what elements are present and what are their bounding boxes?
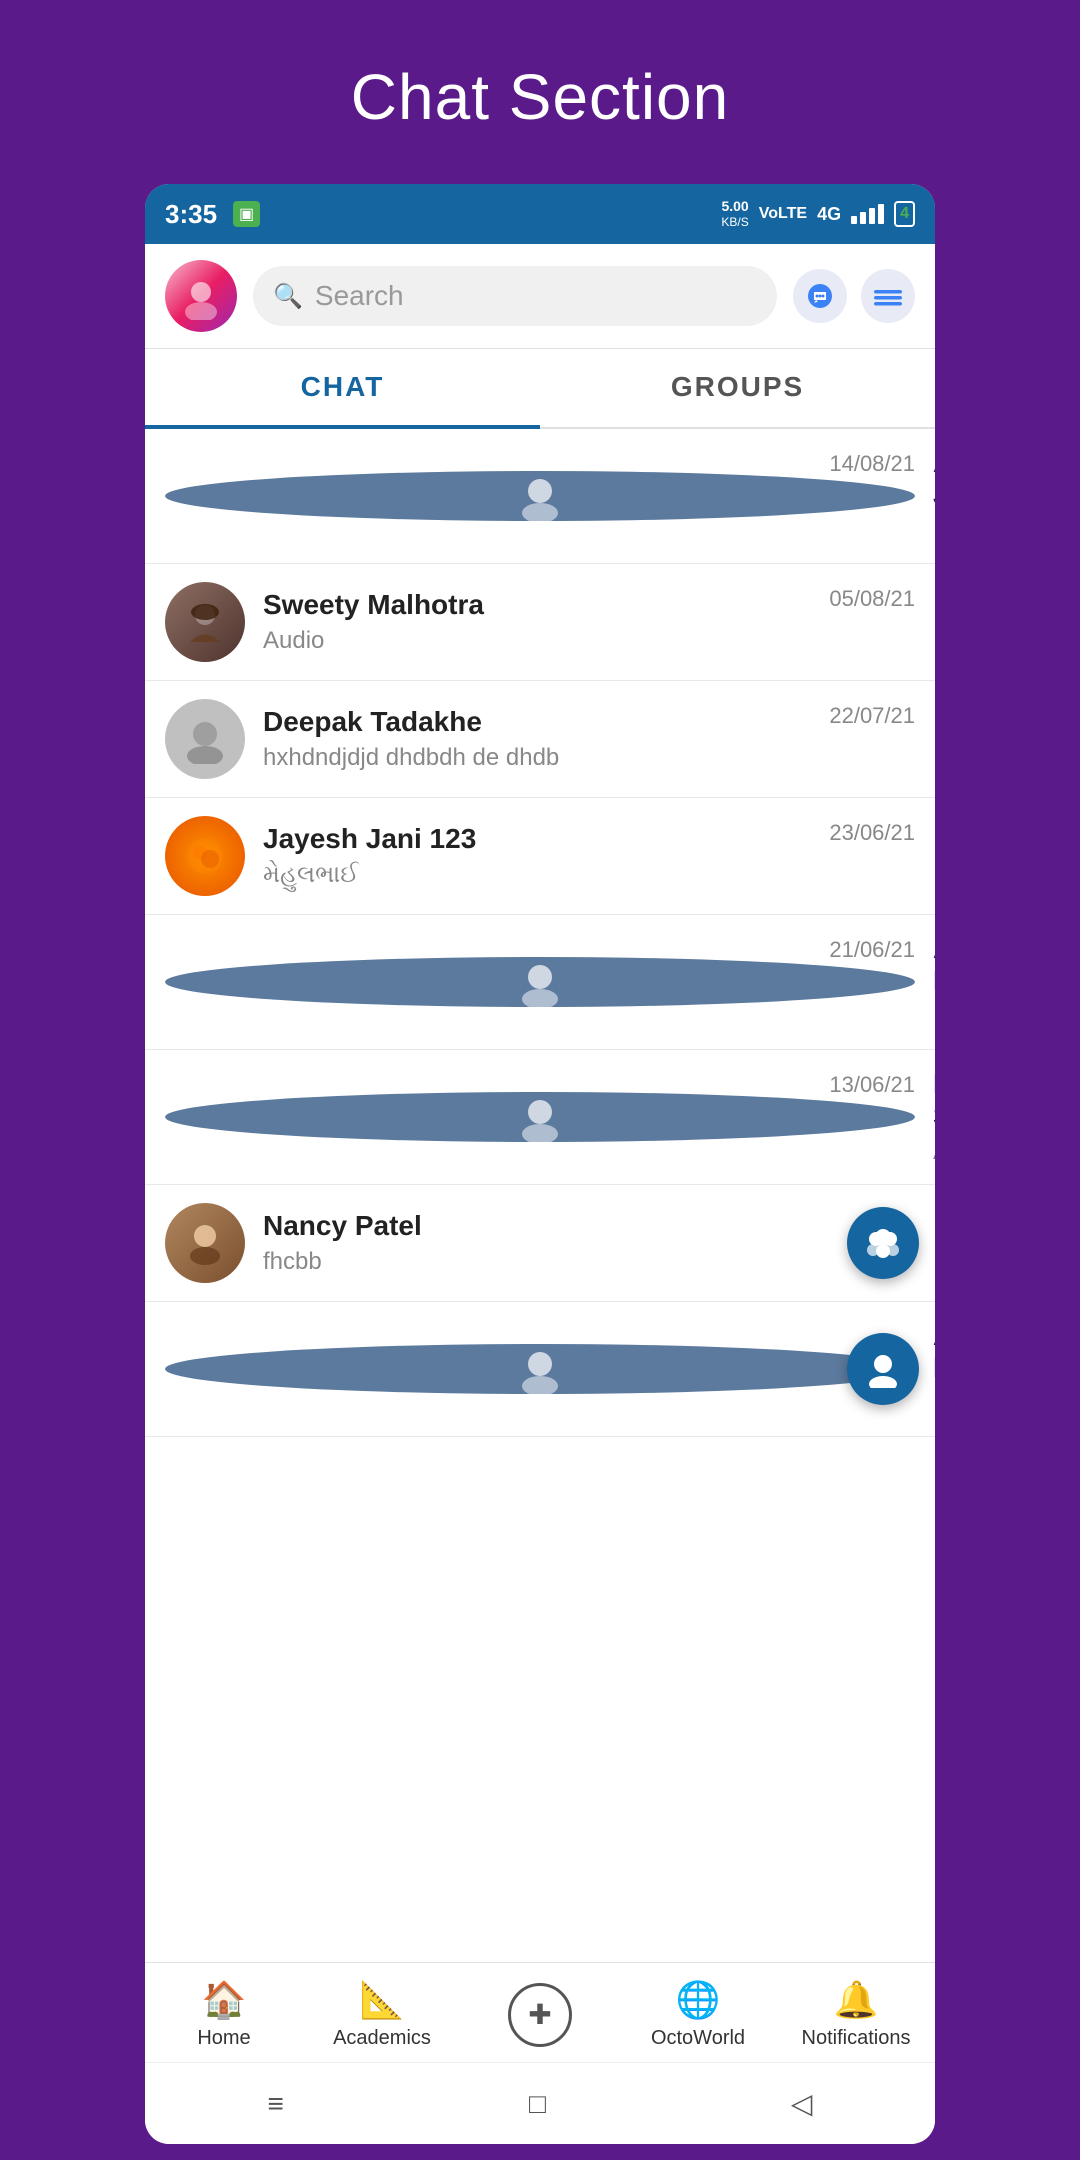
chat-name-1: Ankur Joshi [933,447,935,511]
avatar-deepak-tadakhe [165,699,245,779]
chat-time-6: 13/06/21 [829,1072,915,1098]
network-type: 4G [817,204,841,225]
add-badge-icon: ✚ [508,1983,572,2047]
nav-notifications-label: Notifications [802,2027,911,2050]
search-placeholder: Search [315,280,404,312]
fab-user[interactable] [847,1333,919,1405]
hamburger-icon [874,282,902,310]
nav-octoworld-label: OctoWorld [651,2027,745,2050]
chat-info-8: Arjun Kumar Image [933,1320,935,1418]
chat-icon-button[interactable] [793,269,847,323]
chat-time-2: 05/08/21 [829,586,915,612]
phone-container: 3:35 ▣ 5.00 KB/S VoLTE 4G 4 [145,184,935,2144]
chat-preview-6: Audio [933,1138,935,1166]
avatar-ankur-joshi [165,471,915,521]
chat-item-5[interactable]: Ankit Patel Image 21/06/21 [145,915,935,1050]
chat-preview-8: Image [933,1390,935,1418]
chat-item-1[interactable]: Ankur Joshi Image 14/08/21 [145,429,935,564]
avatar-sweety-malhotra [165,582,245,662]
chat-name-3: Deepak Tadakhe [263,706,915,738]
search-bar[interactable]: 🔍 Search [253,266,777,326]
nav-menu-button[interactable]: ≡ [228,2080,324,2128]
academics-icon: 📐 [360,1979,405,2021]
battery-icon: 4 [894,201,915,227]
chat-item-7[interactable]: Nancy Patel fhcbb [145,1185,935,1302]
chat-preview-7: fhcbb [263,1248,915,1276]
chat-name-8: Arjun Kumar [933,1320,935,1384]
signal-bars [851,204,884,224]
status-right: 5.00 KB/S VoLTE 4G 4 [721,198,915,229]
chat-preview-1: Image [933,517,935,545]
chat-info-1: Ankur Joshi Image [933,447,935,545]
chat-item-6[interactable]: Bharat Sinha Audio 13/06/21 [145,1050,935,1185]
avatar-bharat-sinha [165,1092,915,1142]
avatar-arjun-kumar [165,1344,915,1394]
chat-item-4[interactable]: Jayesh Jani 123 મેહુલભાઈ 23/06/21 [145,798,935,915]
chat-item-3[interactable]: Deepak Tadakhe hxhdndjdjd dhdbdh de dhdb… [145,681,935,798]
group-icon [864,1224,902,1262]
chat-info-5: Ankit Patel Image [933,933,935,1031]
chat-name-7: Nancy Patel [263,1210,915,1242]
nav-home-label: Home [197,2027,250,2050]
chat-info-3: Deepak Tadakhe hxhdndjdjd dhdbdh de dhdb [263,706,915,772]
profile-photo-icon [177,272,225,320]
chat-time-5: 21/06/21 [829,937,915,963]
page-title: Chat Section [351,60,729,134]
user-profile-avatar[interactable] [165,260,237,332]
chat-name-6: Bharat Sinha [933,1068,935,1132]
chat-time-3: 22/07/21 [829,703,915,729]
avatar-nancy-patel [165,1203,245,1283]
chat-bubble-icon [806,282,834,310]
chat-preview-4: મેહુલભાઈ [263,861,915,889]
menu-button[interactable] [861,269,915,323]
tab-groups[interactable]: GROUPS [540,349,935,427]
tabs: CHAT GROUPS [145,349,935,429]
nav-back-button[interactable]: ◁ [751,2079,853,2128]
nav-octoworld[interactable]: 🌐 OctoWorld [619,1979,777,2050]
plus-icon: ✚ [528,1998,551,2031]
chat-list: Ankur Joshi Image 14/08/21 Sweety Malhot… [145,429,935,1962]
status-time: 3:35 [165,199,217,230]
bell-icon: 🔔 [834,1979,879,2021]
chat-preview-3: hxhdndjdjd dhdbdh de dhdb [263,744,915,772]
chat-info-4: Jayesh Jani 123 મેહુલભાઈ [263,823,915,889]
chat-preview-5: Image [933,1003,935,1031]
tab-chat[interactable]: CHAT [145,349,540,429]
nav-academics[interactable]: 📐 Academics [303,1979,461,2050]
avatar-jayesh-jani [165,816,245,896]
chat-name-4: Jayesh Jani 123 [263,823,915,855]
fab-group[interactable] [847,1207,919,1279]
nav-add[interactable]: ✚ [461,1983,619,2047]
system-nav: ≡ □ ◁ [145,2062,935,2144]
nav-home-button[interactable]: □ [489,2080,586,2128]
nav-notifications[interactable]: 🔔 Notifications [777,1979,935,2050]
nav-home[interactable]: 🏠 Home [145,1979,303,2050]
chat-name-5: Ankit Patel [933,933,935,997]
app-header: 🔍 Search [145,244,935,349]
chat-preview-2: Audio [263,627,915,655]
globe-icon: 🌐 [676,1979,721,2021]
status-bar: 3:35 ▣ 5.00 KB/S VoLTE 4G 4 [145,184,935,244]
chat-info-2: Sweety Malhotra Audio [263,589,915,655]
chat-item-8[interactable]: Arjun Kumar Image [145,1302,935,1437]
chat-name-2: Sweety Malhotra [263,589,915,621]
bottom-nav: 🏠 Home 📐 Academics ✚ 🌐 OctoWorld 🔔 Notif… [145,1962,935,2062]
status-indicator: ▣ [233,201,260,227]
chat-item-2[interactable]: Sweety Malhotra Audio 05/08/21 [145,564,935,681]
network-speed: 5.00 KB/S [721,198,748,229]
nav-academics-label: Academics [333,2027,431,2050]
search-icon: 🔍 [273,282,303,311]
chat-info-7: Nancy Patel fhcbb [263,1210,915,1276]
header-actions [793,269,915,323]
chat-time-4: 23/06/21 [829,820,915,846]
avatar-ankit-patel [165,957,915,1007]
home-icon: 🏠 [202,1979,247,2021]
chat-time-1: 14/08/21 [829,451,915,477]
volte-badge: VoLTE [759,205,807,223]
user-icon [864,1350,902,1388]
chat-info-6: Bharat Sinha Audio [933,1068,935,1166]
